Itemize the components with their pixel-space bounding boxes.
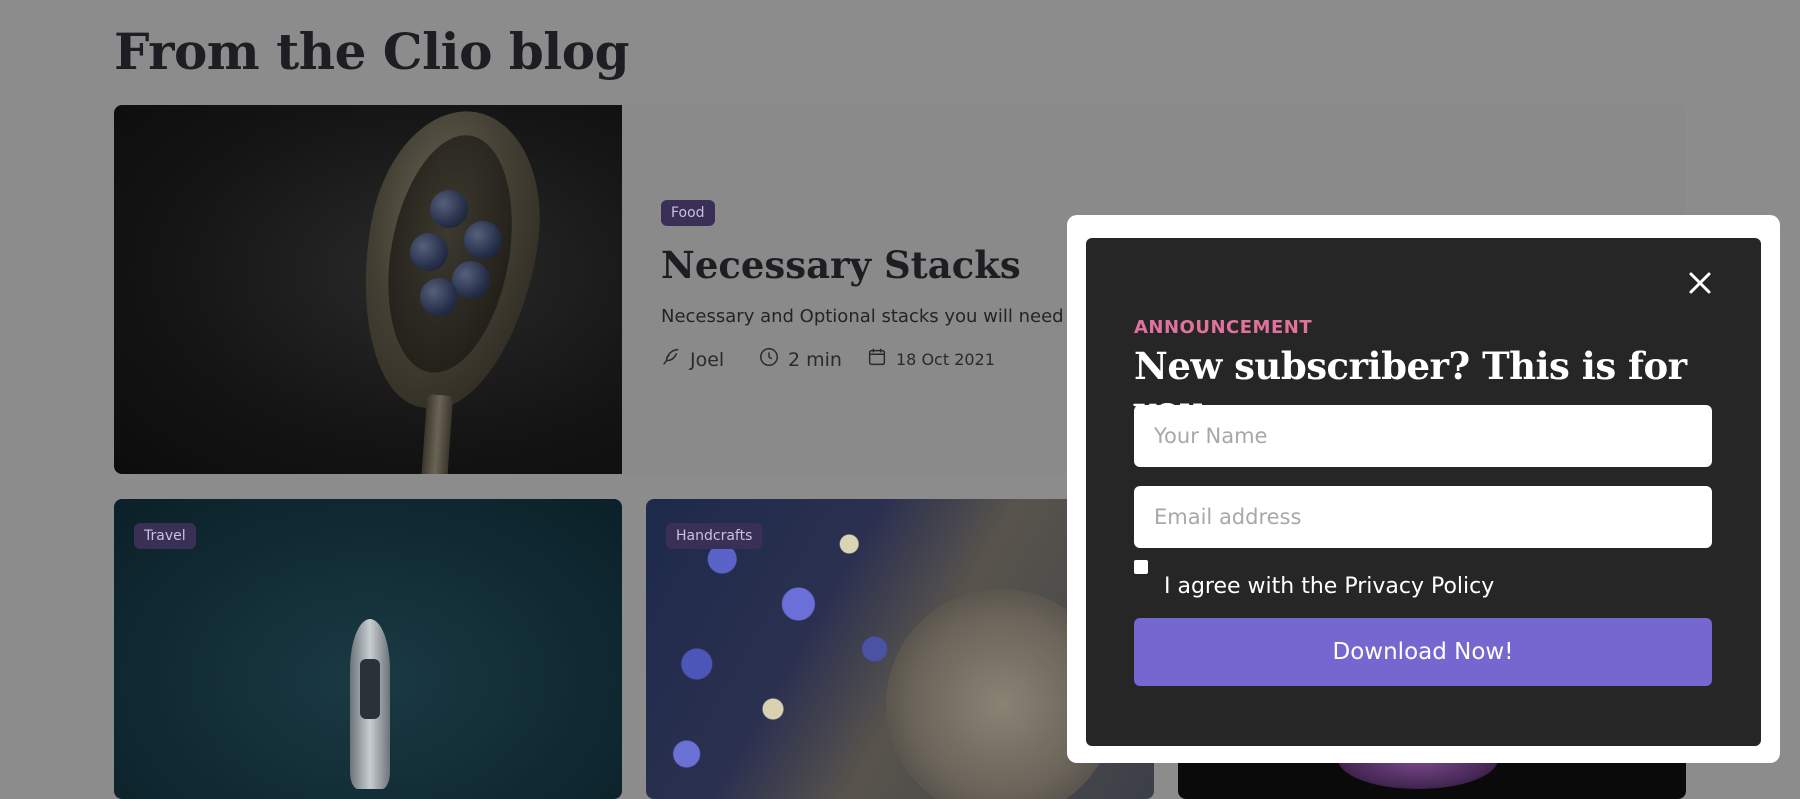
feather-icon [660,346,682,373]
blueberry [420,278,458,316]
calendar-icon [866,346,888,372]
post-card-tag[interactable]: Travel [134,523,196,549]
download-button[interactable]: Download Now! [1134,618,1712,686]
blog-section-title: From the Clio blog [114,22,630,81]
spoon-illustration [341,105,559,423]
post-card-travel[interactable]: Travel [114,499,622,799]
post-card-tag[interactable]: Handcrafts [666,523,763,549]
email-input[interactable] [1134,486,1712,548]
name-input[interactable] [1134,405,1712,467]
post-date-value: 18 Oct 2021 [896,349,995,369]
close-icon[interactable] [1685,268,1715,298]
clock-icon [758,346,780,373]
blueberry [430,190,468,228]
featured-post-title[interactable]: Necessary Stacks [661,243,1021,287]
post-author: Joel [660,346,724,373]
featured-post-tag[interactable]: Food [661,200,715,226]
privacy-checkbox[interactable] [1134,560,1148,574]
privacy-agree-label[interactable]: I agree with the Privacy Policy [1164,574,1494,599]
featured-post-image [114,105,622,474]
post-read-time-value: 2 min [788,348,842,371]
blueberry [410,233,448,271]
post-author-name: Joel [690,348,725,371]
subscribe-popup: ANNOUNCEMENT New subscriber? This is for… [1086,238,1761,746]
popup-eyebrow: ANNOUNCEMENT [1134,317,1313,338]
post-date: 18 Oct 2021 [866,346,995,372]
blueberry [464,221,502,259]
post-read-time: 2 min [758,346,842,373]
